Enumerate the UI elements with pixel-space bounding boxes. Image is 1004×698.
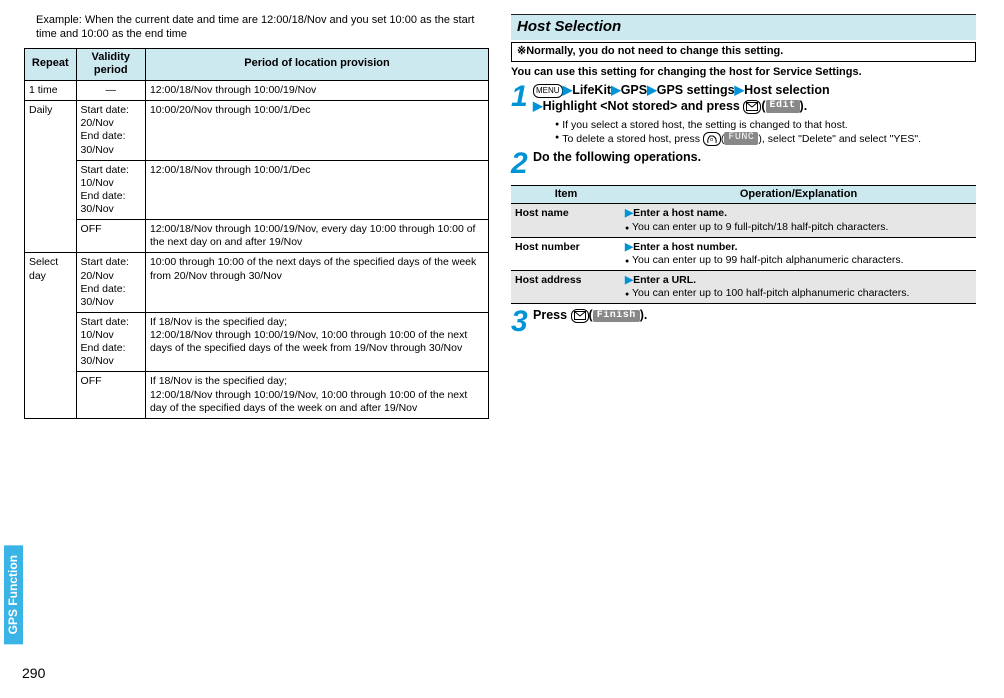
left-column: Example: When the current date and time … — [24, 14, 489, 419]
table-row: OFF 12:00/18/Nov through 10:00/19/Nov, e… — [25, 220, 489, 253]
mail-key-icon — [743, 100, 761, 114]
page-number: 290 — [22, 665, 45, 683]
step-body: Do the following operations. — [533, 150, 976, 177]
col-period: Period of location provision — [145, 48, 488, 81]
col-repeat: Repeat — [25, 48, 77, 81]
section-heading: Host Selection — [511, 14, 976, 40]
table-row: Daily Start date: 20/Nov End date: 30/No… — [25, 101, 489, 161]
step-body: MENU▶LifeKit▶GPS▶GPS settings▶Host selec… — [533, 83, 976, 145]
edit-pill: Edit — [766, 100, 800, 113]
table-row: Start date: 10/Nov End date: 30/Nov 12:0… — [25, 160, 489, 220]
menu-key-icon: MENU — [533, 84, 563, 98]
step-1: 1 MENU▶LifeKit▶GPS▶GPS settings▶Host sel… — [511, 83, 976, 145]
table-row: Select day Start date: 20/Nov End date: … — [25, 253, 489, 313]
side-tab: GPS Function — [4, 545, 23, 644]
col-validity: Validity period — [76, 48, 145, 81]
note-box: ※Normally, you do not need to change thi… — [511, 42, 976, 62]
step-number: 3 — [511, 308, 533, 335]
svg-text:α: α — [710, 137, 713, 143]
col-item: Item — [511, 185, 621, 204]
example-text: Example: When the current date and time … — [36, 14, 489, 42]
operations-table: Item Operation/Explanation Host name ▶En… — [511, 185, 976, 305]
finish-pill: Finish — [593, 310, 640, 323]
table-row: Host number ▶Enter a host number.● You c… — [511, 237, 976, 270]
table-row: Start date: 10/Nov End date: 30/Nov If 1… — [25, 312, 489, 372]
ir-key-icon: α — [703, 132, 721, 146]
intro-text: You can use this setting for changing th… — [511, 66, 976, 80]
bullet: If you select a stored host, the setting… — [555, 119, 976, 132]
table-row: 1 time — 12:00/18/Nov through 10:00/19/N… — [25, 81, 489, 101]
step-number: 2 — [511, 150, 533, 177]
step-body: Press (Finish). — [533, 308, 976, 335]
bullet: To delete a stored host, press α(FUNC), … — [555, 132, 976, 146]
col-op: Operation/Explanation — [621, 185, 976, 204]
table-row: Host name ▶Enter a host name.● You can e… — [511, 204, 976, 237]
step-2: 2 Do the following operations. — [511, 150, 976, 177]
provision-table: Repeat Validity period Period of locatio… — [24, 48, 489, 419]
step-3: 3 Press (Finish). — [511, 308, 976, 335]
right-column: Host Selection ※Normally, you do not nee… — [511, 14, 976, 419]
table-row: OFF If 18/Nov is the specified day; 12:0… — [25, 372, 489, 418]
func-pill: FUNC — [724, 132, 758, 145]
mail-key-icon — [571, 309, 589, 323]
step-number: 1 — [511, 83, 533, 145]
table-row: Host address ▶Enter a URL.● You can ente… — [511, 270, 976, 303]
